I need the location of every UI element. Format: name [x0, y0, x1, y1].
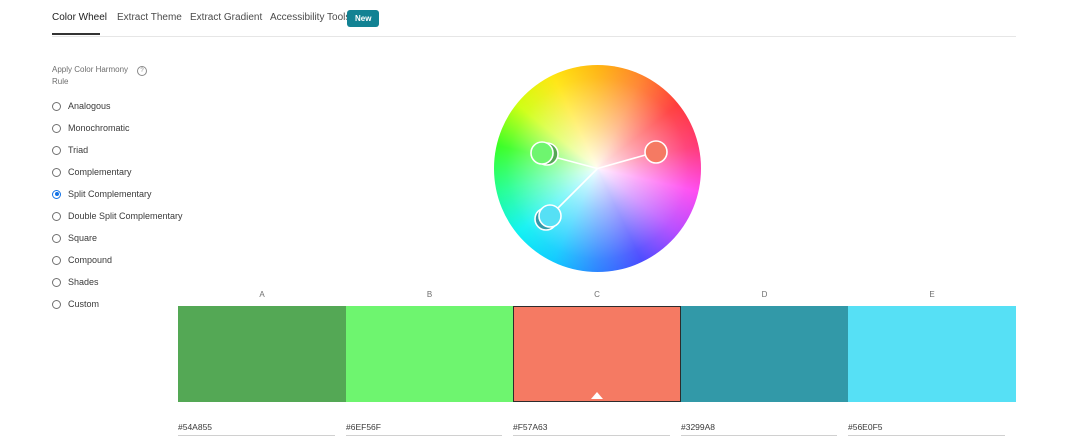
rule-label: Triad: [68, 145, 89, 155]
hex-input-d[interactable]: #3299A8: [681, 420, 837, 436]
swatch-label-d: D: [761, 290, 768, 299]
swatch-label-e: E: [929, 290, 935, 299]
rule-split-complementary[interactable]: Split Complementary: [52, 187, 152, 201]
hex-input-c[interactable]: #F57A63: [513, 420, 670, 436]
radio-icon[interactable]: [52, 145, 61, 155]
selected-swatch-triangle-icon: [591, 392, 603, 399]
swatch-e[interactable]: [848, 306, 1016, 402]
rule-label: Compound: [68, 255, 113, 265]
radio-icon[interactable]: [52, 277, 61, 287]
radio-icon[interactable]: [52, 123, 61, 133]
rule-square[interactable]: Square: [52, 231, 97, 245]
active-tab-indicator: [52, 33, 100, 35]
wheel-handle-e[interactable]: [538, 204, 562, 228]
swatch-c[interactable]: [513, 306, 681, 402]
hex-input-e[interactable]: #56E0F5: [848, 420, 1005, 436]
tab-extract-theme[interactable]: Extract Theme: [117, 12, 182, 23]
rule-label: Analogous: [68, 101, 111, 111]
radio-icon[interactable]: [52, 233, 61, 243]
rule-label: Square: [68, 233, 98, 243]
radio-icon[interactable]: [52, 101, 61, 111]
swatch-d[interactable]: [681, 306, 848, 402]
rule-shades[interactable]: Shades: [52, 275, 99, 289]
radio-icon[interactable]: [52, 299, 61, 309]
radio-icon[interactable]: [52, 167, 61, 177]
radio-icon[interactable]: [52, 255, 61, 265]
rule-monochromatic[interactable]: Monochromatic: [52, 121, 130, 135]
rule-triad[interactable]: Triad: [52, 143, 88, 157]
rule-label: Custom: [68, 299, 100, 309]
rule-analogous[interactable]: Analogous: [52, 99, 111, 113]
wheel-handle-b[interactable]: [530, 141, 554, 165]
radio-checked-icon[interactable]: [52, 189, 61, 199]
rule-compound[interactable]: Compound: [52, 253, 112, 267]
rule-custom[interactable]: Custom: [52, 297, 99, 311]
tab-extract-gradient[interactable]: Extract Gradient: [190, 12, 262, 23]
hex-input-a[interactable]: #54A855: [178, 420, 335, 436]
swatch-a[interactable]: [178, 306, 346, 402]
hex-input-b[interactable]: #6EF56F: [346, 420, 502, 436]
swatch-label-c: C: [594, 290, 600, 299]
rule-label: Shades: [68, 277, 99, 287]
tab-color-wheel[interactable]: Color Wheel: [52, 12, 107, 23]
rule-label: Split Complementary: [68, 189, 152, 199]
tab-bar: Color Wheel Extract Theme Extract Gradie…: [52, 0, 1016, 37]
swatch-label-b: B: [426, 290, 433, 299]
rule-label: Complementary: [68, 167, 132, 177]
wheel-handle-c-base[interactable]: [644, 140, 668, 164]
rule-complementary[interactable]: Complementary: [52, 165, 132, 179]
harmony-rule-title: Apply Color Harmony Rule: [52, 65, 129, 86]
rule-label: Double Split Complementary: [68, 211, 183, 221]
rule-label: Monochromatic: [68, 123, 130, 133]
color-wheel-handles: [530, 140, 668, 231]
swatch-label-a: A: [259, 290, 265, 299]
new-badge: New: [347, 10, 380, 27]
rule-double-split-complementary[interactable]: Double Split Complementary: [52, 209, 183, 223]
question-circle-icon[interactable]: ?: [137, 66, 147, 76]
tab-accessibility-tools[interactable]: Accessibility Tools: [270, 12, 350, 23]
radio-icon[interactable]: [52, 211, 61, 221]
swatch-b[interactable]: [346, 306, 513, 402]
